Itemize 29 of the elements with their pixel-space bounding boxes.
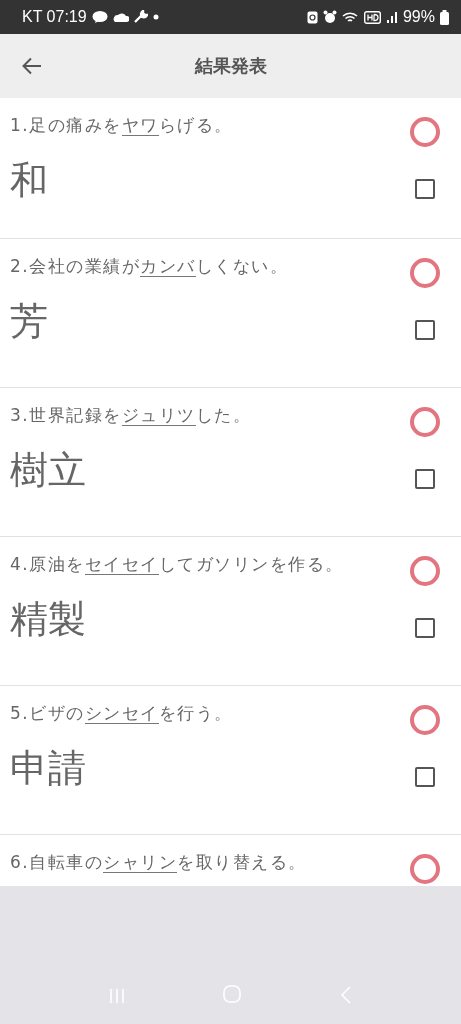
question-text: 2.会社の業績がカンバ しくない。	[10, 255, 289, 278]
back-arrow-icon	[22, 57, 42, 75]
screen-title: 結果発表	[193, 54, 268, 78]
answer-text: 申請	[10, 746, 86, 792]
wifi-icon	[341, 10, 359, 24]
signal-icon	[385, 11, 398, 23]
dot-icon	[152, 14, 159, 20]
answer-text: 和	[10, 158, 48, 204]
checkbox[interactable]	[415, 766, 435, 787]
question-text: 6.自転車の シャリン を取り替える。	[10, 851, 307, 874]
checkbox[interactable]	[415, 617, 435, 638]
battery-icon	[440, 9, 449, 25]
checkbox[interactable]	[415, 178, 435, 199]
question-text: 5.ビザの シンセイ を行う。	[10, 702, 233, 725]
answer-text: 樹立	[10, 448, 86, 494]
question-text: 4.原油を セイセイ してガソリンを作る。	[10, 553, 344, 576]
status-time: KT 07:19	[22, 8, 87, 26]
wrench-icon	[133, 10, 148, 24]
answer-text: 芳	[10, 299, 48, 345]
checkbox[interactable]	[415, 319, 435, 340]
question-text: 3.世界記録を ジュリツ した。	[10, 404, 252, 427]
battery-percent: 99%	[402, 8, 435, 26]
hd-icon	[363, 10, 381, 24]
cloud-icon	[112, 12, 129, 22]
chat-icon	[91, 11, 108, 23]
battery-saver-icon	[306, 10, 318, 24]
answer-text: 精製	[10, 597, 86, 643]
question-text: 1.足の痛みを ヤワ らげる。	[10, 114, 233, 137]
checkbox[interactable]	[415, 468, 435, 489]
